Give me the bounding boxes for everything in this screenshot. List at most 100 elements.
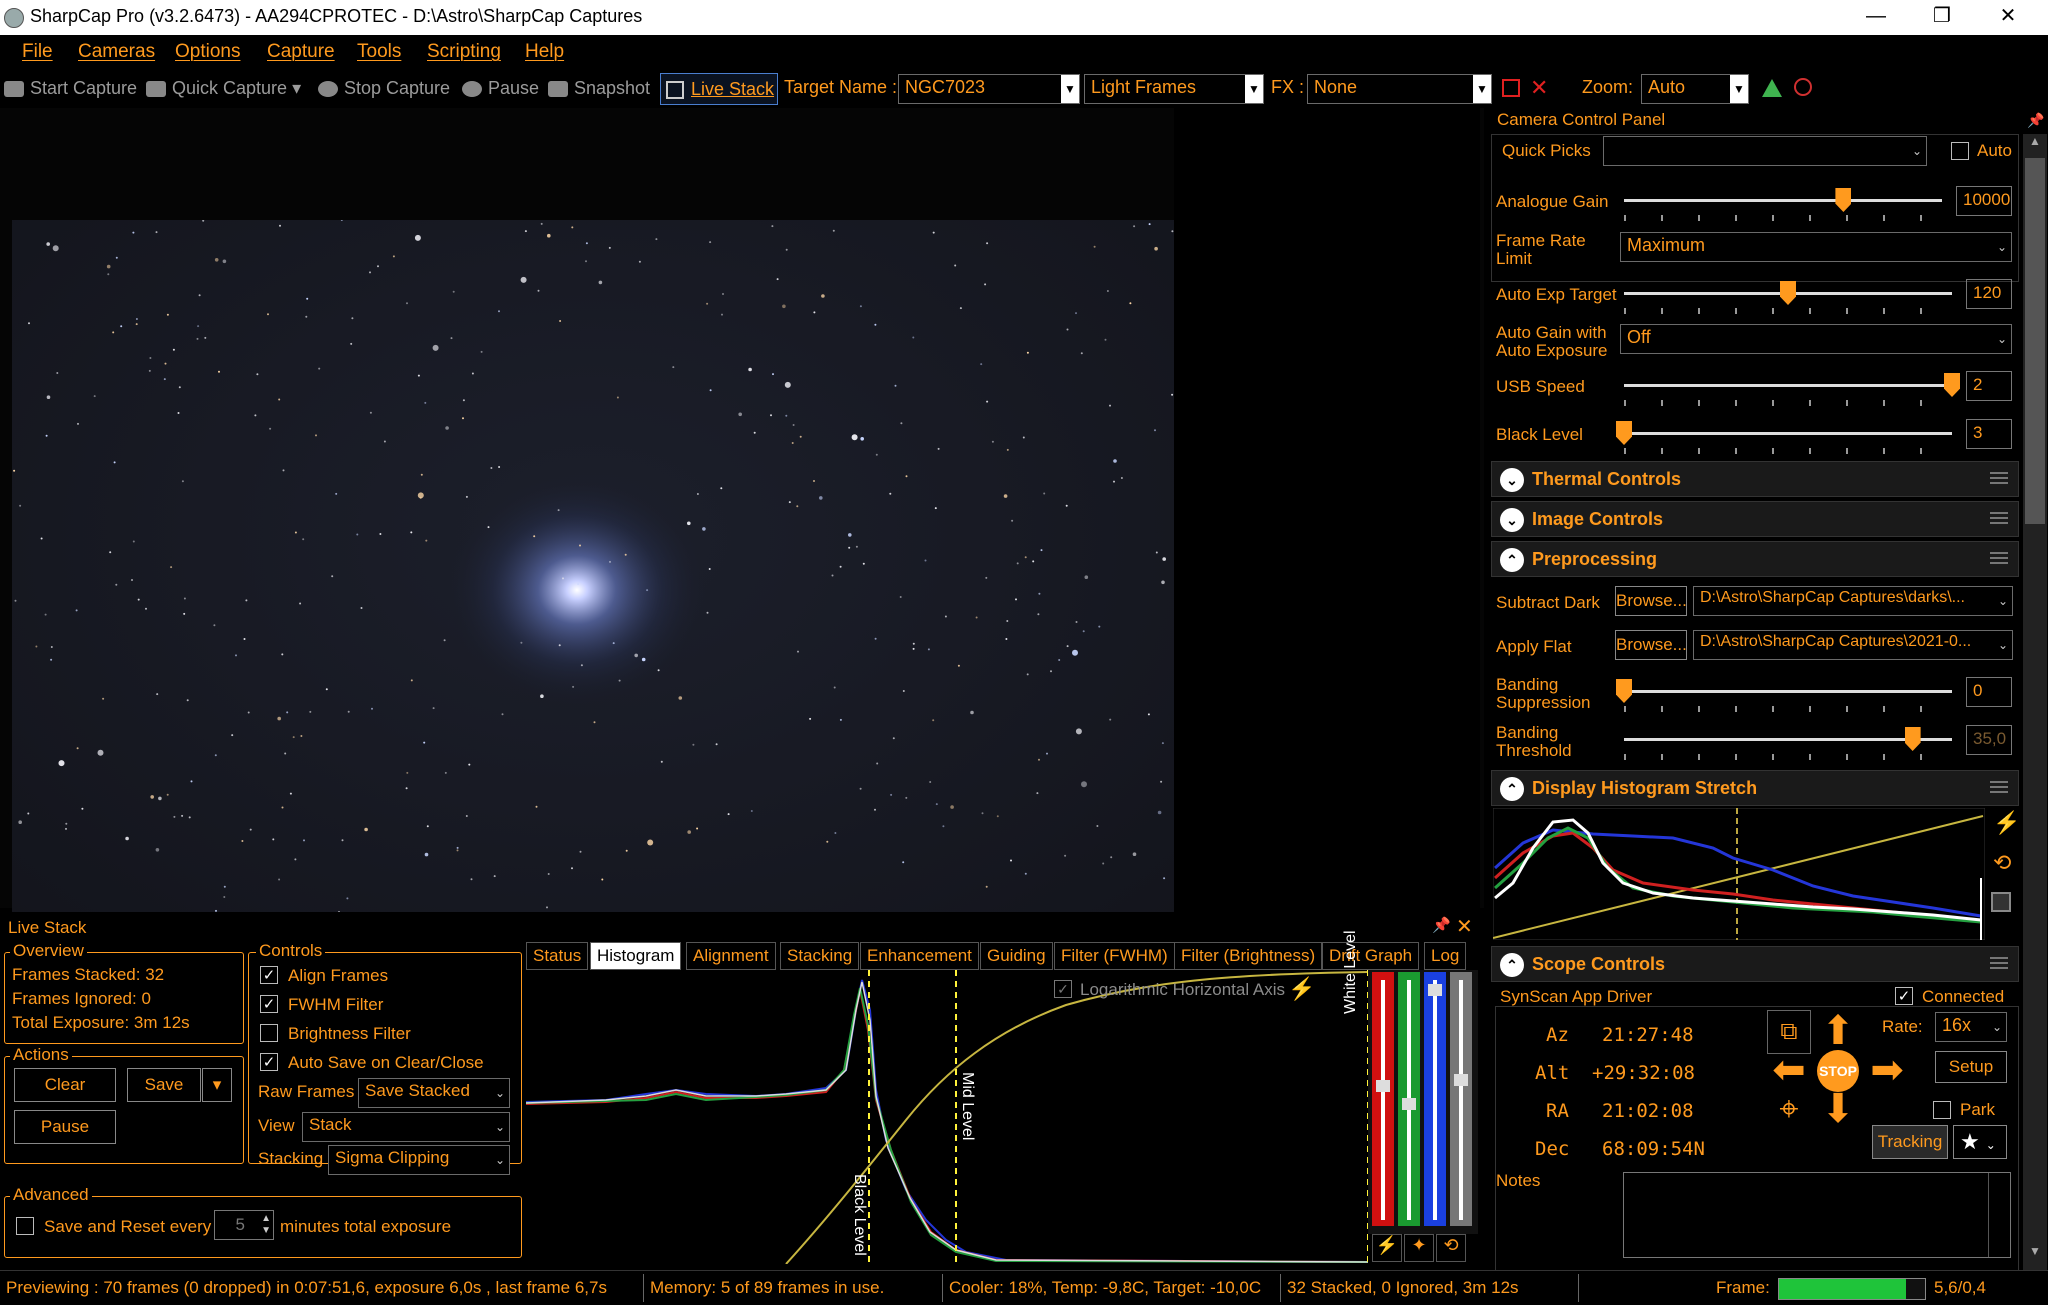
clear-button[interactable]: Clear — [14, 1068, 116, 1102]
log-axis-checkbox[interactable]: ✓ — [1054, 980, 1072, 998]
arrow-right-icon[interactable]: ➡ — [1865, 1049, 1909, 1093]
auto-levels-icon[interactable]: ⚡ — [1372, 1234, 1402, 1262]
clear-reticle-icon[interactable]: ✕ — [1530, 75, 1548, 101]
arrow-down-icon[interactable]: ⬇ — [1816, 1088, 1860, 1132]
zoom-select[interactable]: Auto ▼ — [1641, 74, 1749, 104]
tab-status[interactable]: Status — [526, 942, 589, 970]
park-checkbox[interactable] — [1933, 1101, 1951, 1119]
banding-suppression-thumb[interactable] — [1616, 679, 1632, 703]
banding-suppression-value[interactable]: 0 — [1966, 677, 2012, 707]
blue-channel-thumb[interactable] — [1428, 984, 1442, 996]
rate-select[interactable]: 16x ⌄ — [1935, 1012, 2007, 1042]
fx-select[interactable]: None ▼ — [1307, 74, 1492, 104]
subtract-dark-path-select[interactable]: D:\Astro\SharpCap Captures\darks\... ⌄ — [1693, 586, 2013, 616]
analogue-gain-slider[interactable] — [1624, 199, 1942, 202]
usb-speed-slider[interactable] — [1624, 384, 1952, 387]
auto-exp-thumb[interactable] — [1780, 281, 1796, 305]
panel-scrollbar[interactable]: ▲ ▼ — [2023, 134, 2047, 1270]
auto-save-checkbox[interactable]: ✓ — [260, 1053, 278, 1071]
green-channel-thumb[interactable] — [1402, 1098, 1416, 1110]
brightness-filter-checkbox[interactable] — [260, 1024, 278, 1042]
black-level-value[interactable]: 3 — [1966, 419, 2012, 449]
maximize-button[interactable]: ❐ — [1912, 0, 1972, 35]
subtract-dark-browse-button[interactable]: Browse... — [1615, 586, 1687, 616]
auto-exp-value[interactable]: 120 — [1966, 279, 2012, 309]
view-select[interactable]: Stack ⌄ — [302, 1112, 510, 1142]
pin-icon[interactable]: 📌 — [1432, 916, 1451, 934]
arrow-left-icon[interactable]: ⬅ — [1767, 1049, 1811, 1093]
auto-checkbox[interactable] — [1951, 142, 1969, 160]
usb-speed-thumb[interactable] — [1944, 373, 1960, 397]
arrow-up-icon[interactable]: ⬆ — [1816, 1010, 1860, 1054]
notes-scrollbar[interactable] — [1988, 1173, 2010, 1257]
display-histogram-graph[interactable] — [1493, 808, 1985, 940]
banding-suppression-slider[interactable] — [1624, 690, 1952, 693]
menu-icon[interactable] — [1990, 472, 2008, 486]
black-level-slider[interactable] — [1624, 432, 1952, 435]
image-viewport[interactable] — [0, 108, 1484, 1014]
banding-threshold-thumb[interactable] — [1904, 727, 1921, 751]
tab-drift-graph[interactable]: Drift Graph — [1322, 942, 1420, 970]
luminance-thumb[interactable] — [1454, 1074, 1468, 1086]
stepper-arrows-icon[interactable]: ▲ ▼ — [261, 1213, 271, 1237]
target-name-input[interactable]: NGC7023 ▼ — [898, 74, 1080, 104]
stop-capture-button[interactable]: Stop Capture — [318, 78, 450, 99]
tracking-button[interactable]: Tracking — [1872, 1125, 1948, 1159]
image-controls-header[interactable]: ⌄ Image Controls — [1491, 501, 2019, 537]
close-icon[interactable]: ✕ — [1456, 914, 1473, 939]
pin-icon[interactable]: 📌 — [2027, 112, 2044, 129]
tab-stacking[interactable]: Stacking — [780, 942, 860, 970]
display-histogram-stretch-header[interactable]: ⌃ Display Histogram Stretch — [1491, 770, 2019, 806]
reset-icon[interactable]: ⟲ — [1993, 850, 2011, 876]
save-icon[interactable] — [1991, 892, 2011, 912]
frame-rate-select[interactable]: Maximum ⌄ — [1620, 232, 2012, 262]
tab-enhancement[interactable]: Enhancement — [860, 942, 979, 970]
stacking-select[interactable]: Sigma Clipping ⌄ — [328, 1145, 510, 1175]
menu-options[interactable]: Options — [175, 41, 240, 63]
menu-capture[interactable]: Capture — [267, 41, 335, 63]
thermal-controls-header[interactable]: ⌄ Thermal Controls — [1491, 461, 2019, 497]
save-reset-checkbox[interactable] — [16, 1217, 34, 1235]
scope-controls-header[interactable]: ⌃ Scope Controls — [1491, 946, 2019, 982]
tab-log[interactable]: Log — [1424, 942, 1467, 970]
quick-picks-select[interactable]: ⌄ — [1603, 136, 1927, 166]
usb-speed-value[interactable]: 2 — [1966, 371, 2012, 401]
apply-flat-browse-button[interactable]: Browse... — [1615, 630, 1687, 660]
menu-icon[interactable] — [1990, 552, 2008, 566]
notes-textarea[interactable] — [1623, 1172, 2011, 1258]
connected-checkbox[interactable]: ✓ — [1895, 987, 1913, 1005]
stack-histogram-graph[interactable] — [526, 970, 1368, 1264]
auto-stretch-icon[interactable]: ⚡ — [1288, 976, 1315, 1002]
apply-flat-path-select[interactable]: D:\Astro\SharpCap Captures\2021-0... ⌄ — [1693, 630, 2013, 660]
scroll-up-icon[interactable]: ▲ — [2025, 134, 2045, 154]
histogram-icon[interactable] — [1762, 79, 1782, 97]
preprocessing-header[interactable]: ⌃ Preprocessing — [1491, 541, 2019, 577]
quick-capture-button[interactable]: Quick Capture ▾ — [146, 78, 301, 99]
snapshot-button[interactable]: Snapshot — [548, 78, 650, 99]
red-channel-thumb[interactable] — [1376, 1080, 1390, 1092]
close-button[interactable]: ✕ — [1978, 0, 2038, 35]
menu-tools[interactable]: Tools — [357, 41, 401, 63]
tracking-mode-select[interactable]: ★ ⌄ — [1953, 1125, 2007, 1159]
tab-guiding[interactable]: Guiding — [980, 942, 1053, 970]
black-level-thumb[interactable] — [1616, 421, 1632, 445]
scroll-thumb[interactable] — [2025, 158, 2045, 524]
banding-threshold-slider[interactable] — [1624, 738, 1952, 741]
menu-icon[interactable] — [1990, 512, 2008, 526]
pause-button[interactable]: Pause — [462, 78, 539, 99]
menu-icon[interactable] — [1990, 781, 2008, 795]
analogue-gain-value[interactable]: 10000 — [1956, 186, 2012, 216]
menu-cameras[interactable]: Cameras — [78, 41, 155, 63]
start-capture-button[interactable]: Start Capture — [4, 78, 137, 99]
frame-type-select[interactable]: Light Frames ▼ — [1084, 74, 1264, 104]
live-stack-button[interactable]: Live Stack — [660, 73, 778, 105]
stop-button[interactable]: STOP — [1817, 1050, 1859, 1092]
focus-assist-icon[interactable] — [1794, 78, 1812, 96]
auto-stretch-icon[interactable]: ⚡ — [1993, 810, 2020, 836]
center-icon[interactable]: ⌖ — [1767, 1088, 1811, 1132]
minutes-stepper[interactable]: 5 ▲ ▼ — [214, 1210, 274, 1240]
tab-histogram[interactable]: Histogram — [590, 942, 682, 970]
save-options-dropdown[interactable]: ▾ — [202, 1068, 232, 1102]
sparkle-icon[interactable]: ✦ — [1404, 1234, 1434, 1262]
scroll-down-icon[interactable]: ▼ — [2025, 1244, 2045, 1264]
